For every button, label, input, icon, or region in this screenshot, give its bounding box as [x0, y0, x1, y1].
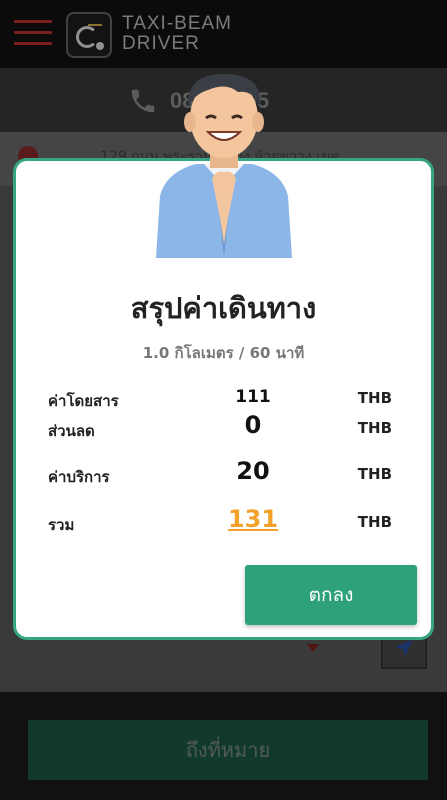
total-value[interactable]: 131: [198, 505, 308, 533]
trip-distance-duration: 1.0 กิโลเมตร / 60 นาที: [142, 344, 305, 362]
fare-row: ค่าโดยสาร 111 THB: [48, 383, 408, 413]
service-fee-value: 20: [236, 457, 270, 485]
service-fee-label: ค่าบริการ: [48, 468, 110, 486]
fare-label: ค่าโดยสาร: [48, 392, 119, 410]
driver-greeting-avatar: [156, 74, 292, 258]
discount-unit: THB: [357, 419, 392, 437]
dialog-title: สรุปค่าเดินทาง: [130, 291, 317, 325]
service-fee-row: ค่าบริการ 20 THB: [48, 457, 408, 489]
total-label: รวม: [48, 516, 75, 534]
discount-value: 0: [244, 411, 262, 439]
fare-value: 111: [235, 387, 271, 407]
total-row: รวม 131 THB: [48, 505, 408, 537]
service-fee-unit: THB: [357, 465, 392, 483]
total-unit: THB: [357, 513, 392, 531]
ok-button[interactable]: ตกลง: [245, 565, 417, 625]
discount-label: ส่วนลด: [48, 422, 95, 440]
fare-unit: THB: [357, 389, 392, 407]
discount-row: ส่วนลด 0 THB: [48, 411, 408, 443]
